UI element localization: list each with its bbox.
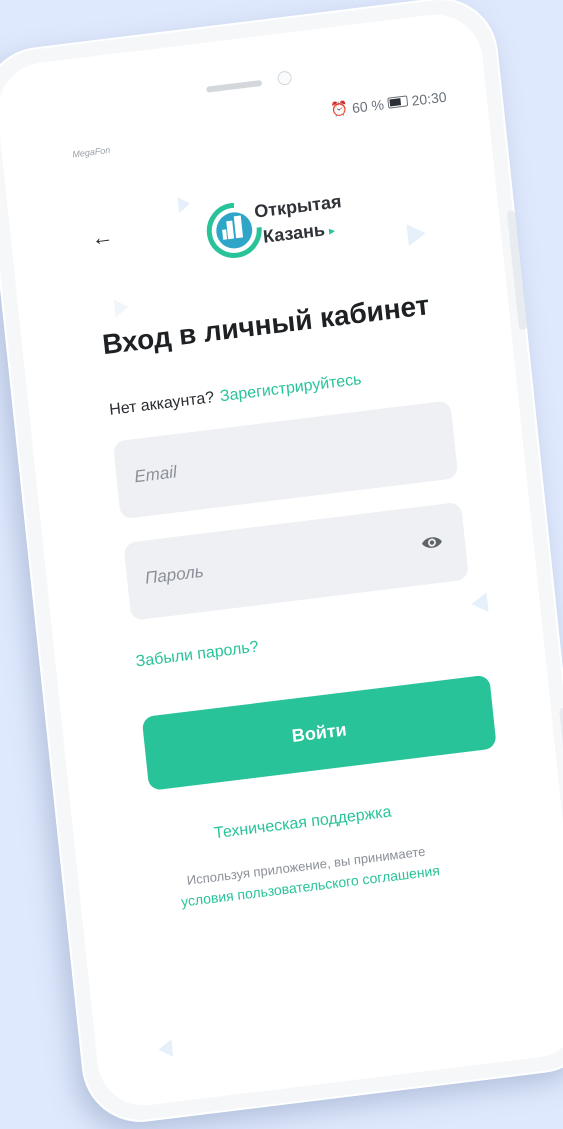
alarm-icon: ⏰: [329, 99, 349, 118]
password-field[interactable]: Пароль: [123, 501, 470, 621]
front-camera: [276, 70, 293, 86]
battery-icon: [387, 95, 409, 109]
logo-text-bottom: Казань ▸: [262, 218, 336, 248]
carrier-label: MegaFon: [71, 144, 111, 160]
email-placeholder: Email: [133, 462, 178, 487]
email-field[interactable]: Email: [112, 400, 459, 520]
no-account-text: Нет аккаунта?: [108, 389, 215, 419]
app-screen: MegaFon ⏰ 60 % 20:30 ← Открытая Казань▸: [0, 9, 563, 1111]
logo-text-bottom-label: Казань: [262, 219, 326, 247]
support-link[interactable]: Техническая поддержка: [213, 804, 392, 844]
back-arrow-icon[interactable]: ←: [90, 223, 115, 252]
logo-arrow-icon: ▸: [328, 223, 336, 238]
decor-triangle: [177, 195, 192, 213]
eye-icon[interactable]: [420, 533, 444, 552]
phone-mockup: MegaFon ⏰ 60 % 20:30 ← Открытая Казань▸: [0, 0, 563, 1129]
register-link[interactable]: Зарегистрируйтесь: [219, 371, 362, 405]
status-bar: ⏰ 60 % 20:30: [330, 88, 447, 119]
decor-triangle: [406, 222, 427, 247]
battery-percent: 60 %: [351, 95, 385, 116]
decor-triangle: [157, 1038, 174, 1059]
forgot-password-link[interactable]: Забыли пароль?: [135, 639, 260, 672]
clock: 20:30: [410, 88, 448, 109]
page-title: Вход в личный кабинет: [100, 289, 431, 361]
decor-triangle: [470, 592, 489, 615]
no-account-line: Нет аккаунта? Зарегистрируйтесь: [108, 371, 362, 420]
app-logo: Открытая Казань ▸: [202, 174, 389, 276]
login-button[interactable]: Войти: [141, 674, 497, 791]
password-placeholder: Пароль: [144, 561, 205, 588]
speaker-grille: [206, 79, 263, 93]
decor-triangle: [113, 297, 130, 318]
